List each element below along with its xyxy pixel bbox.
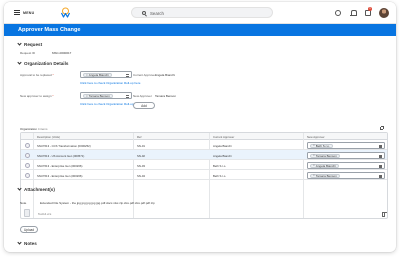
attachment-filename[interactable]: Extended File System - the jpg jpg jpg j…	[40, 201, 155, 205]
request-id-value: MSC-0000017	[52, 51, 72, 55]
check-org-rollup-link[interactable]: Click here to check Organization Roll-up…	[80, 81, 140, 85]
request-section-title: Request	[24, 42, 43, 47]
cell-current-approver: Angela Bianchi	[213, 153, 232, 158]
attachments-section-toggle[interactable]: Attachment(s)	[17, 186, 55, 192]
attachments-section-title: Attachment(s)	[24, 187, 55, 192]
remove-icon[interactable]: ×	[313, 154, 315, 157]
list-icon[interactable]	[126, 95, 129, 98]
current-approver-value: Angela Bianchi	[155, 73, 176, 77]
approval-replaced-field[interactable]: × Angela Bianchi	[80, 71, 132, 78]
selected-approver-pill: × Angela Bianchi	[310, 163, 339, 168]
chevron-down-icon	[17, 60, 22, 65]
add-button[interactable]: Add	[133, 102, 155, 109]
new-approver-right-value: Tamara Benson	[155, 94, 177, 98]
cell-ref: SN-01	[137, 143, 145, 148]
list-icon[interactable]	[379, 164, 382, 168]
selected-approver-pill: × Tamara Benson	[310, 153, 340, 158]
cell-description: SNU7613 - Enterprise Gen (000266)	[37, 173, 83, 178]
list-icon[interactable]	[126, 74, 129, 77]
chevron-down-icon	[17, 240, 22, 245]
hamburger-icon	[14, 10, 20, 15]
cell-ref: SN-04	[137, 173, 145, 178]
cell-description: SNU7613 - Enterprise Gen (000266)	[37, 163, 83, 168]
list-icon[interactable]	[379, 174, 382, 178]
grid-caption: Organization 4 items	[20, 127, 48, 131]
row-action-icon[interactable]	[25, 142, 30, 148]
request-id-label: Request ID	[20, 51, 36, 55]
cell-description: SNU7613 - CCS Transformation (F000252)	[37, 143, 91, 148]
organization-section-toggle[interactable]: Organization Details	[17, 60, 69, 66]
new-approver-cell-field[interactable]: × Beth S.r.o.	[307, 141, 385, 149]
new-approver-cell-field[interactable]: × Angela Bianchi	[307, 161, 385, 169]
column-header-current-approver[interactable]: Current Approver	[213, 135, 234, 139]
table-row[interactable]: SNU7613 - US Account Gen (000571) SN-02 …	[21, 150, 387, 160]
expand-icon[interactable]	[380, 126, 384, 130]
user-avatar[interactable]	[379, 8, 389, 18]
table-row[interactable]: SNU7613 - Enterprise Gen (000266) SN-03 …	[21, 160, 387, 170]
top-navigation: MENU Search 1	[4, 2, 396, 24]
selected-new-approver-pill: × Tamara Benson	[83, 94, 113, 99]
main-content: Request Request ID MSC-0000017 Organizat…	[4, 36, 396, 252]
new-approver-label: New approver to assign *	[20, 94, 54, 98]
selected-approver-pill: × Beth S.r.o.	[310, 143, 333, 148]
selected-approver-pill: × Tamara Benson	[310, 173, 340, 178]
column-header-description[interactable]: Description (Units)	[37, 135, 60, 139]
cell-current-approver: Beth S.r.o.	[213, 163, 227, 168]
row-action-icon[interactable]	[25, 162, 30, 168]
menu-label: MENU	[23, 10, 35, 15]
trash-icon[interactable]	[382, 212, 387, 217]
bell-icon[interactable]	[350, 10, 357, 16]
table-row[interactable]: SNU7613 - Enterprise Gen (000266) SN-04 …	[21, 170, 387, 180]
cell-description: SNU7613 - US Account Gen (000571)	[37, 153, 85, 158]
chevron-down-icon	[17, 186, 22, 191]
page-title: Approver Mass Change	[18, 27, 81, 33]
current-approver-label: Current Approver	[133, 73, 156, 77]
remove-icon[interactable]: ×	[313, 144, 315, 147]
attachment-file-meta: Text14.vcs	[38, 212, 52, 216]
app-window: MENU Search 1 Approver Mass Change Reque…	[4, 2, 396, 252]
row-action-icon[interactable]	[25, 152, 30, 158]
cell-current-approver: Beth S.r.o.	[213, 173, 227, 178]
notes-section-title: Notes	[24, 241, 37, 246]
chevron-down-icon	[17, 41, 22, 46]
file-icon	[24, 209, 30, 217]
page-title-bar: Approver Mass Change	[4, 24, 396, 36]
list-icon[interactable]	[379, 154, 382, 158]
column-header-new-approver[interactable]: New Approver	[307, 135, 325, 139]
new-approver-field[interactable]: × Tamara Benson	[80, 92, 132, 99]
approval-replaced-label: Approval to be replaced *	[20, 73, 54, 77]
notes-section-toggle[interactable]: Notes	[17, 240, 37, 246]
column-header-ref[interactable]: Ref	[137, 135, 141, 139]
search-placeholder: Search	[150, 11, 164, 16]
inbox-badge: 1	[368, 7, 372, 11]
cell-current-approver: Angela Bianchi	[213, 143, 232, 148]
cell-ref: SN-02	[137, 153, 145, 158]
new-approver-right-label: New Approver	[133, 94, 152, 98]
remove-icon[interactable]: ×	[313, 174, 315, 177]
upload-button[interactable]: Upload	[20, 226, 38, 233]
menu-button[interactable]: MENU	[14, 10, 34, 15]
grid-header: Description (Units) Ref Current Approver…	[21, 133, 387, 140]
remove-icon[interactable]: ×	[86, 94, 88, 98]
organization-section-title: Organization Details	[24, 61, 69, 66]
search-input[interactable]: Search	[131, 7, 273, 18]
chat-icon[interactable]	[335, 10, 341, 16]
new-approver-cell-field[interactable]: × Tamara Benson	[307, 151, 385, 159]
new-approver-cell-field[interactable]: × Tamara Benson	[307, 171, 385, 179]
request-section-toggle[interactable]: Request	[17, 41, 43, 47]
table-row[interactable]: SNU7613 - CCS Transformation (F000252) S…	[21, 140, 387, 150]
selected-approver-pill: × Angela Bianchi	[83, 73, 112, 78]
attachment-note-label: Note	[20, 201, 27, 205]
list-icon[interactable]	[379, 144, 382, 148]
cell-ref: SN-03	[137, 163, 145, 168]
check-org-rollup-link-2[interactable]: Click here to check Organization Roll-up…	[80, 102, 140, 106]
workday-logo[interactable]	[60, 7, 71, 18]
organization-grid: Description (Units) Ref Current Approver…	[20, 132, 388, 219]
remove-icon[interactable]: ×	[86, 73, 88, 77]
search-icon	[142, 11, 146, 15]
remove-icon[interactable]: ×	[313, 164, 315, 167]
row-action-icon[interactable]	[25, 172, 30, 178]
